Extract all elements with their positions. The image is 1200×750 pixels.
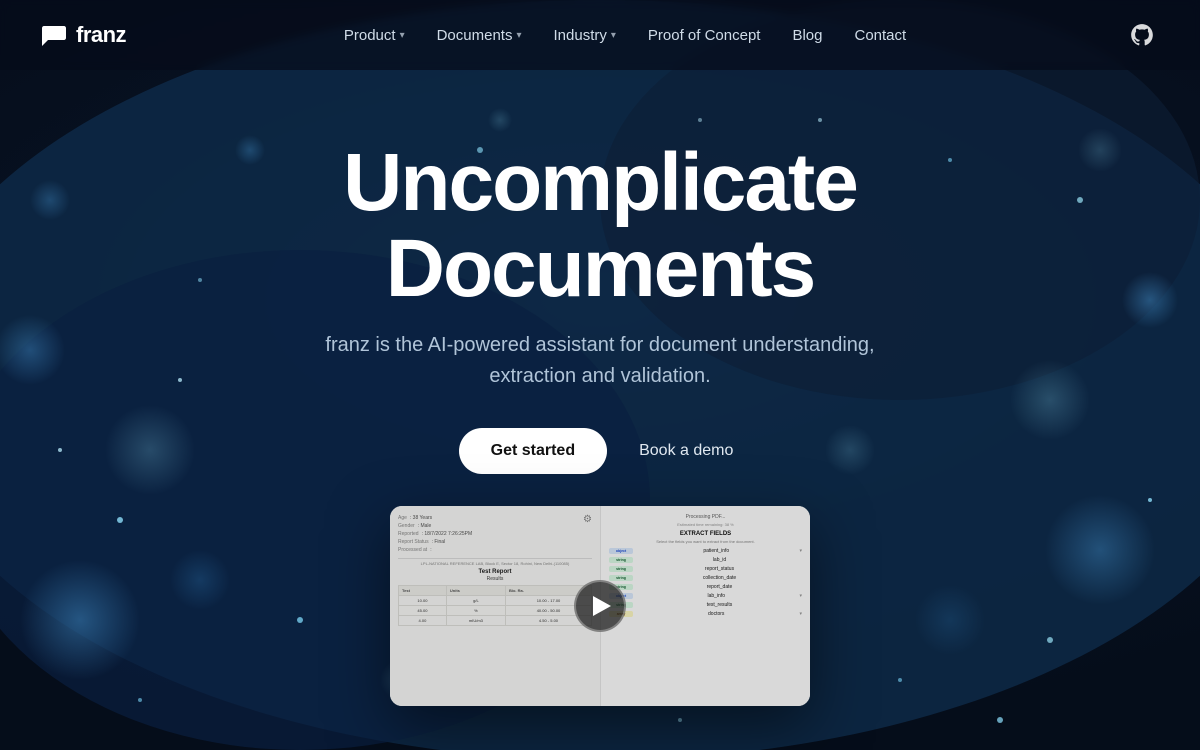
hero-buttons: Get started Book a demo [459, 428, 742, 474]
logo[interactable]: franz [40, 22, 126, 48]
play-triangle-icon [593, 596, 611, 616]
hero-subtitle: franz is the AI-powered assistant for do… [320, 330, 880, 392]
nav-item-industry[interactable]: Industry ▾ [554, 27, 616, 44]
logo-text: franz [76, 22, 126, 48]
nav-item-documents[interactable]: Documents ▾ [437, 27, 522, 44]
nav-item-blog[interactable]: Blog [792, 27, 822, 44]
nav-links: Product ▾ Documents ▾ Industry ▾ Proof o… [344, 27, 906, 44]
play-btn-circle [574, 580, 626, 632]
nav-item-poc[interactable]: Proof of Concept [648, 27, 761, 44]
chevron-down-icon: ▾ [400, 30, 405, 41]
book-demo-button[interactable]: Book a demo [631, 428, 741, 474]
chevron-down-icon: ▾ [611, 30, 616, 41]
nav-item-product[interactable]: Product ▾ [344, 27, 405, 44]
navbar: franz Product ▾ Documents ▾ Industry ▾ P… [0, 0, 1200, 70]
play-button[interactable] [390, 506, 810, 706]
logo-icon [40, 24, 68, 46]
github-icon[interactable] [1124, 17, 1160, 53]
get-started-button[interactable]: Get started [459, 428, 607, 474]
video-preview: Age: 38 Years Gender: Male Reported: 18/… [390, 506, 810, 706]
chevron-down-icon: ▾ [516, 30, 521, 41]
hero-title: Uncomplicate Documents [150, 140, 1050, 312]
nav-item-contact[interactable]: Contact [855, 27, 907, 44]
hero-section: Uncomplicate Documents franz is the AI-p… [0, 70, 1200, 706]
